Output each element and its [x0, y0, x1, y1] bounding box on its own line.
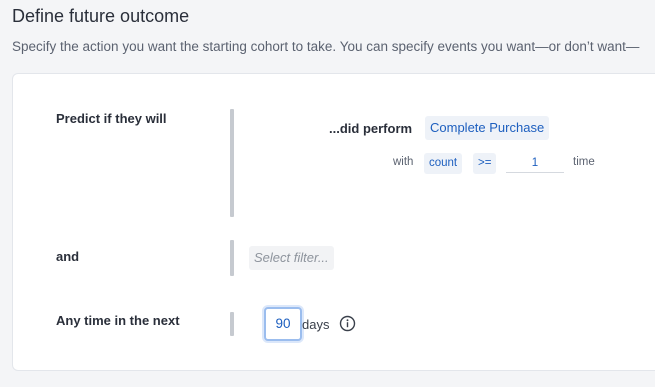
days-unit-label: days [302, 317, 330, 332]
time-unit-label: time [573, 156, 595, 168]
and-label: and [56, 249, 80, 264]
days-input[interactable]: 90 [264, 307, 302, 341]
section-description: Specify the action you want the starting… [12, 39, 640, 54]
time-divider [230, 312, 234, 336]
event-select[interactable]: Complete Purchase [425, 116, 550, 140]
filter-divider [230, 240, 234, 276]
section-title: Define future outcome [12, 6, 190, 26]
info-circle-icon[interactable] [339, 315, 356, 332]
time-window-label: Any time in the next [56, 313, 180, 328]
condition-divider [230, 109, 234, 217]
metric-select[interactable]: count [424, 153, 463, 174]
select-filter-button[interactable]: Select filter... [249, 246, 334, 270]
count-value-input[interactable]: 1 [506, 154, 564, 173]
outcome-card: Predict if they will ...did perform Comp… [12, 73, 655, 371]
did-perform-label: ...did perform [329, 121, 413, 136]
predict-label: Predict if they will [56, 111, 167, 126]
with-label: with [393, 156, 414, 168]
operator-select[interactable]: >= [473, 153, 497, 174]
